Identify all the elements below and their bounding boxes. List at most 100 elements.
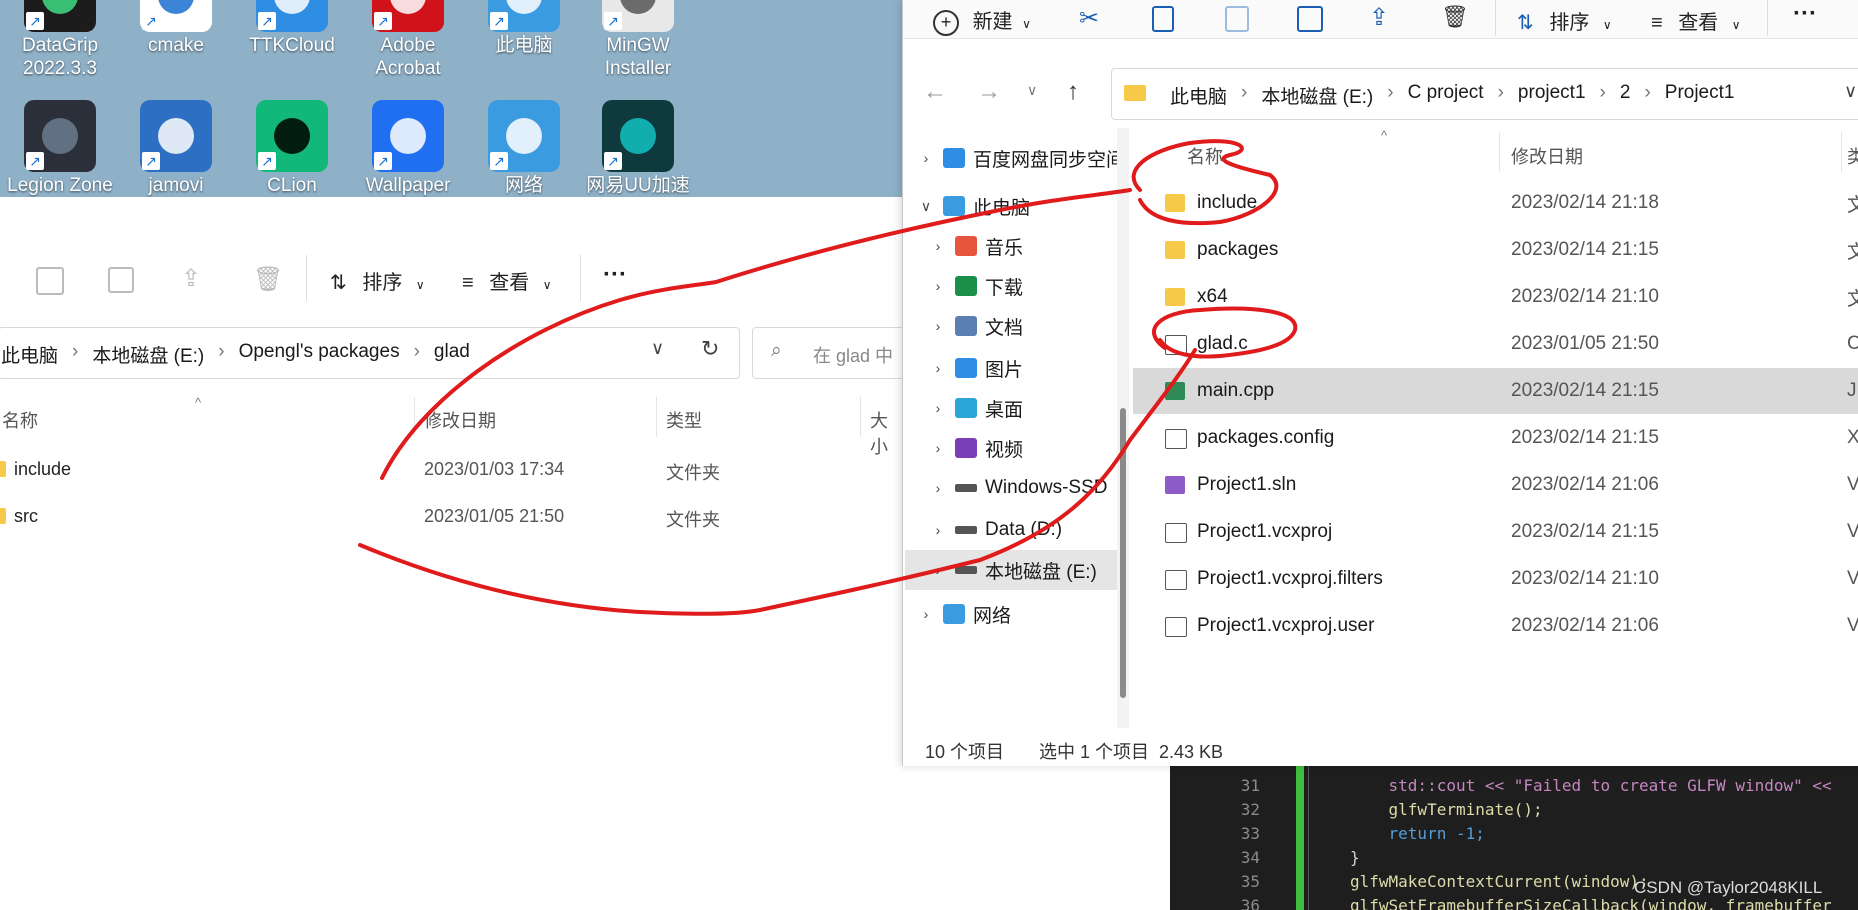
vcxproj-file-icon <box>1165 523 1187 543</box>
sort-button[interactable]: ⇅ 排序 ∨ <box>1517 6 1612 35</box>
file-row[interactable]: include 2023/02/14 21:18 文 <box>1133 180 1858 226</box>
file-row[interactable]: src 2023/01/05 21:50 文件夹 <box>0 494 902 540</box>
chevron-down-icon[interactable]: ∨ <box>909 198 943 215</box>
crumb[interactable]: 2 <box>1620 82 1631 109</box>
column-header-name[interactable]: 名称 <box>1187 143 1223 169</box>
share-icon[interactable]: ⇪ <box>181 264 201 293</box>
nav-item[interactable]: › 视频 <box>921 428 1023 468</box>
new-button[interactable]: + 新建 ∨ <box>933 5 1031 36</box>
desktop-icon[interactable]: ↗ MinGW Installer <box>584 0 692 80</box>
nav-item[interactable]: › 图片 <box>921 348 1023 388</box>
desktop-icon[interactable]: ↗ Adobe Acrobat <box>354 0 462 80</box>
column-header-type[interactable]: 类 <box>1847 143 1858 169</box>
file-name: src <box>14 506 38 526</box>
file-row[interactable]: Project1.vcxproj.filters 2023/02/14 21:10… <box>1133 556 1858 602</box>
copy-icon[interactable] <box>1152 6 1174 32</box>
chevron-right-icon[interactable]: › <box>921 522 955 538</box>
desktop-icon[interactable]: ↗ 此电脑 <box>470 0 578 57</box>
column-header-date[interactable]: 修改日期 <box>424 407 496 433</box>
delete-icon[interactable]: 🗑 <box>1441 4 1469 30</box>
chevron-right-icon[interactable]: › <box>921 238 955 254</box>
chevron-right-icon: › <box>1497 82 1504 103</box>
crumb[interactable]: Opengl's packages <box>239 341 400 368</box>
more-button[interactable]: ··· <box>1793 0 1817 28</box>
chevron-right-icon[interactable]: › <box>909 150 943 166</box>
file-row[interactable]: main.cpp 2023/02/14 21:15 J <box>1133 368 1858 414</box>
cut-icon[interactable]: ✂ <box>1079 4 1099 33</box>
crumb[interactable]: glad <box>434 341 470 368</box>
chevron-down-icon[interactable]: ∨ <box>651 338 664 359</box>
rename-icon[interactable] <box>108 267 134 293</box>
crumb[interactable]: Project1 <box>1665 82 1735 109</box>
share-icon[interactable]: ⇪ <box>1369 3 1389 32</box>
nav-item[interactable]: › 下载 <box>921 266 1023 306</box>
view-button[interactable]: ≡ 查看 ∨ <box>462 266 552 295</box>
delete-icon[interactable]: 🗑 <box>253 265 283 294</box>
column-header-name[interactable]: 名称 <box>2 407 38 433</box>
file-row[interactable]: Project1.sln 2023/02/14 21:06 V <box>1133 462 1858 508</box>
nav-item[interactable]: › 本地磁盘 (E:) <box>905 550 1121 590</box>
nav-item[interactable]: › 音乐 <box>921 226 1023 266</box>
address-bar[interactable]: 此电脑 › 本地磁盘 (E:) › C project › project1 › 2 › … <box>1111 68 1858 120</box>
column-header-date[interactable]: 修改日期 <box>1511 143 1583 169</box>
nav-item-label: 图片 <box>985 359 1024 381</box>
crumb[interactable]: 此电脑 <box>1 341 58 368</box>
nav-item[interactable]: › 桌面 <box>921 388 1023 428</box>
nav-scrollbar[interactable] <box>1117 128 1129 728</box>
chevron-down-icon: ∨ <box>1602 18 1612 32</box>
chevron-right-icon[interactable]: › <box>921 480 955 496</box>
crumb[interactable]: 此电脑 <box>1170 82 1227 109</box>
crumb[interactable]: 本地磁盘 (E:) <box>92 341 204 368</box>
file-row[interactable]: packages.config 2023/02/14 21:15 X <box>1133 415 1858 461</box>
paste-icon[interactable] <box>1225 6 1249 32</box>
desktop-icon[interactable]: ↗ CLion <box>238 100 346 197</box>
paste-icon[interactable] <box>36 267 64 295</box>
desktop-icon[interactable]: ↗ DataGrip 2022.3.3 <box>6 0 114 80</box>
file-row[interactable]: include 2023/01/03 17:34 文件夹 <box>0 447 902 493</box>
chevron-right-icon[interactable]: › <box>921 562 955 578</box>
up-arrow-icon[interactable]: ↑ <box>1067 78 1079 106</box>
desktop-icon[interactable]: ↗ cmake <box>122 0 230 57</box>
chevron-right-icon[interactable]: › <box>909 606 943 622</box>
chevron-right-icon[interactable]: › <box>921 318 955 334</box>
address-bar[interactable]: 此电脑 › 本地磁盘 (E:) › Opengl's packages › glad … <box>0 327 740 379</box>
desktop-icon[interactable]: ↗ 网络 <box>470 100 578 197</box>
rename-icon[interactable] <box>1297 6 1323 32</box>
file-row[interactable]: packages 2023/02/14 21:15 文 <box>1133 227 1858 273</box>
nav-item-label: 此电脑 <box>973 197 1031 219</box>
nav-item[interactable]: › Data (D:) <box>921 510 1062 550</box>
file-row[interactable]: Project1.vcxproj.user 2023/02/14 21:06 V <box>1133 603 1858 649</box>
back-arrow-icon[interactable]: ← <box>923 78 947 106</box>
file-row[interactable]: glad.c 2023/01/05 21:50 C <box>1133 321 1858 367</box>
toolbar-divider <box>580 255 581 301</box>
sort-button[interactable]: ⇅ 排序 ∨ <box>330 266 425 295</box>
nav-item[interactable]: › Windows-SSD <box>921 468 1108 508</box>
desktop-icon[interactable]: ↗ TTKCloud <box>238 0 346 57</box>
desktop-icon[interactable]: ↗ 网易UU加速 <box>584 100 692 197</box>
crumb[interactable]: 本地磁盘 (E:) <box>1261 82 1373 109</box>
chevron-down-icon[interactable]: ∨ <box>1844 81 1857 102</box>
chevron-right-icon[interactable]: › <box>921 400 955 416</box>
refresh-icon[interactable]: ↻ <box>701 336 719 362</box>
chevron-right-icon[interactable]: › <box>921 440 955 456</box>
desktop-icon[interactable]: ↗ Wallpaper <box>354 100 462 197</box>
nav-item[interactable]: › 文档 <box>921 306 1023 346</box>
scrollbar-thumb[interactable] <box>1120 408 1126 698</box>
nav-item[interactable]: ∨ 此电脑 <box>909 186 1030 226</box>
chevron-right-icon[interactable]: › <box>921 278 955 294</box>
crumb[interactable]: C project <box>1408 82 1484 109</box>
recent-dropdown-icon[interactable]: ∨ <box>1027 82 1037 99</box>
nav-item[interactable]: › 百度网盘同步空间 <box>909 138 1125 178</box>
nav-item[interactable]: › 网络 <box>909 594 1011 634</box>
column-header-type[interactable]: 类型 <box>666 407 702 433</box>
desktop-icon[interactable]: ↗ jamovi <box>122 100 230 197</box>
crumb[interactable]: project1 <box>1518 82 1586 109</box>
forward-arrow-icon[interactable]: → <box>977 78 1001 106</box>
search-box[interactable]: ⌕ 在 glad 中 <box>752 327 914 379</box>
chevron-right-icon[interactable]: › <box>921 360 955 376</box>
file-row[interactable]: x64 2023/02/14 21:10 文 <box>1133 274 1858 320</box>
more-button[interactable]: ··· <box>603 261 627 289</box>
file-row[interactable]: Project1.vcxproj 2023/02/14 21:15 V <box>1133 509 1858 555</box>
view-button[interactable]: ≡ 查看 ∨ <box>1651 6 1741 35</box>
desktop-icon[interactable]: ↗ Legion Zone <box>6 100 114 197</box>
